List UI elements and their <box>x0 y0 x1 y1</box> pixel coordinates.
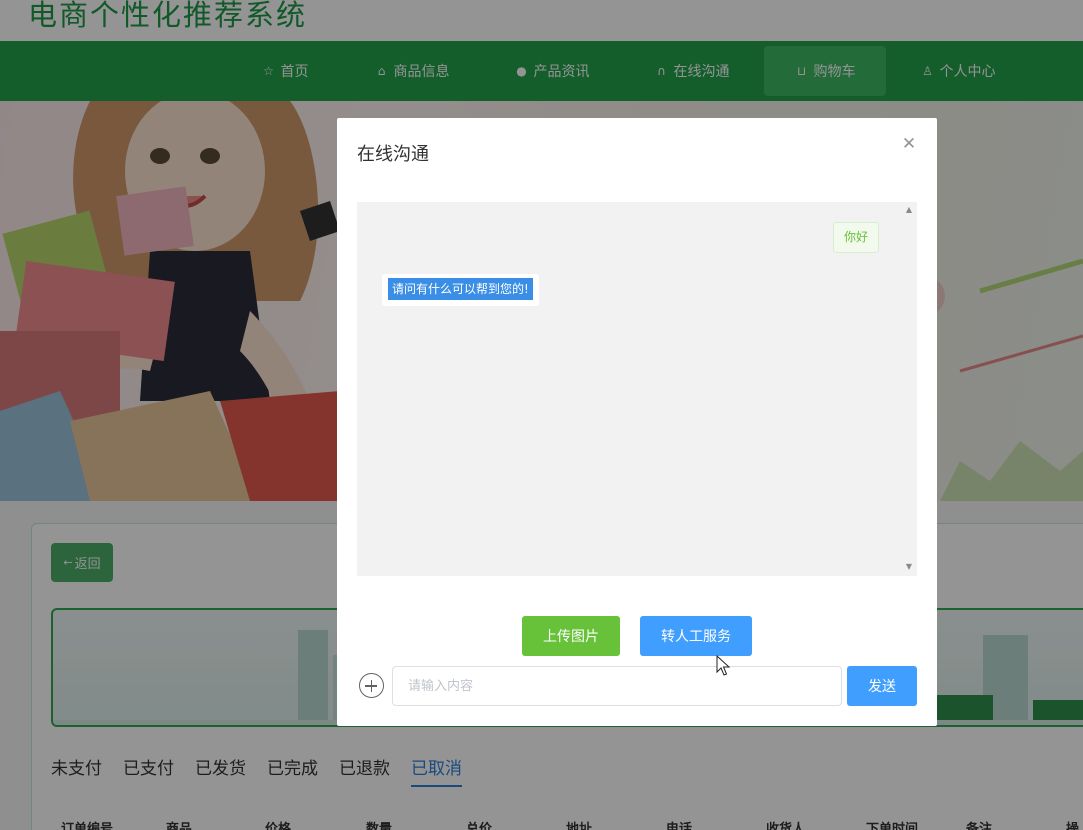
scroll-down-arrow-icon[interactable]: ▼ <box>904 562 914 572</box>
chat-message-area[interactable]: ▲ 你好 请问有什么可以帮到您的! ▼ <box>357 202 917 576</box>
message-input[interactable] <box>392 666 842 706</box>
mouse-pointer-icon <box>716 655 730 676</box>
close-icon[interactable]: ✕ <box>901 136 917 153</box>
message-text: 你好 <box>843 230 868 244</box>
transfer-to-human-button[interactable]: 转人工服务 <box>640 616 752 656</box>
scroll-up-arrow-icon[interactable]: ▲ <box>904 205 914 215</box>
chat-message-user: 你好 <box>832 222 879 253</box>
upload-image-button[interactable]: 上传图片 <box>522 616 620 656</box>
message-text: 请问有什么可以帮到您的! <box>388 278 533 300</box>
chat-message-service: 请问有什么可以帮到您的! <box>382 274 539 306</box>
plus-circle-icon[interactable] <box>359 673 384 698</box>
dialog-title: 在线沟通 <box>357 144 429 165</box>
send-button[interactable]: 发送 <box>847 666 917 706</box>
chat-dialog: 在线沟通 ✕ ▲ 你好 请问有什么可以帮到您的! ▼ 上传图片 转人工服务 发送 <box>337 118 937 726</box>
